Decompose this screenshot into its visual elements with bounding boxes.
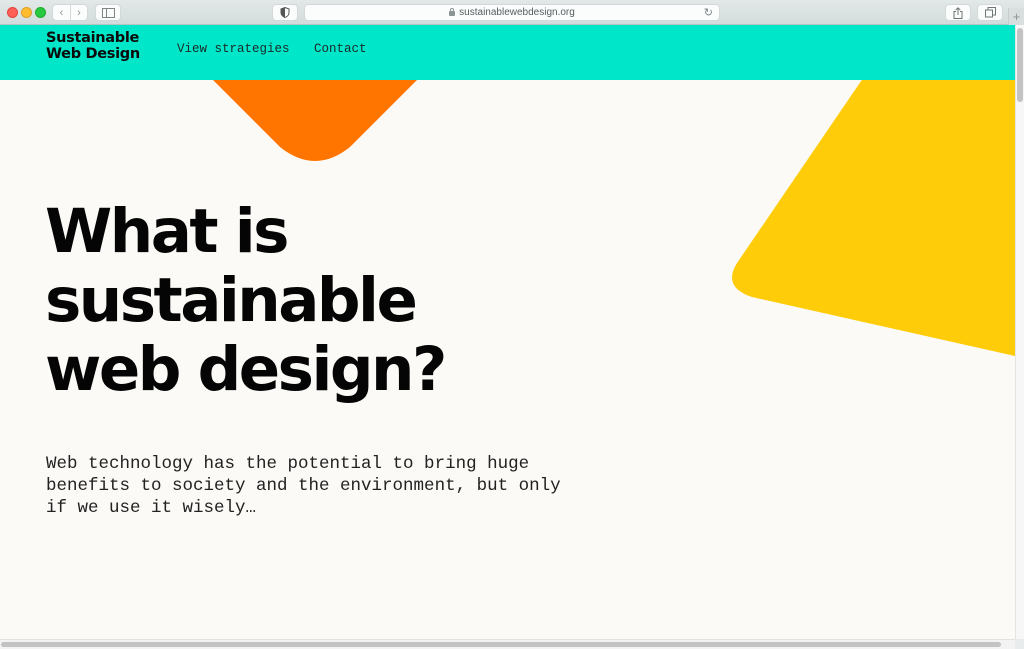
- hero-title-line-2: sustainable: [45, 265, 418, 336]
- share-button[interactable]: [945, 4, 971, 21]
- vertical-scrollbar[interactable]: [1015, 25, 1024, 639]
- window-minimize-button[interactable]: [21, 7, 32, 18]
- lock-icon: [449, 8, 456, 16]
- window-close-button[interactable]: [7, 7, 18, 18]
- sidebar-toggle-button[interactable]: [95, 4, 121, 21]
- plus-icon: +: [1012, 9, 1021, 24]
- window-maximize-button[interactable]: [35, 7, 46, 18]
- chevron-left-icon: ‹: [59, 6, 64, 19]
- hero-title: What is sustainable web design?: [45, 196, 447, 405]
- nav-view-strategies[interactable]: View strategies: [177, 42, 290, 56]
- horizontal-scrollbar-thumb[interactable]: [1, 642, 1001, 647]
- forward-button[interactable]: ›: [70, 4, 88, 21]
- back-button[interactable]: ‹: [52, 4, 70, 21]
- logo-line-1: Sustainable: [46, 30, 140, 46]
- new-tab-button[interactable]: +: [1008, 8, 1024, 25]
- history-nav: ‹ ›: [52, 4, 88, 21]
- horizontal-scrollbar[interactable]: [0, 639, 1015, 649]
- share-icon: [953, 6, 963, 19]
- browser-toolbar: ‹ › sustainablewebdesign.org ↻ +: [0, 0, 1024, 25]
- tab-overview-button[interactable]: [977, 4, 1003, 21]
- url-text: sustainablewebdesign.org: [459, 7, 575, 18]
- hero-title-line-1: What is: [45, 196, 289, 267]
- hero-lead-paragraph: Web technology has the potential to brin…: [46, 454, 561, 518]
- site-header: Sustainable Web Design View strategies C…: [0, 25, 1015, 80]
- privacy-report-button[interactable]: [272, 4, 298, 21]
- hero-title-line-3: web design?: [45, 334, 447, 405]
- site-logo[interactable]: Sustainable Web Design: [46, 30, 140, 62]
- page-viewport: Sustainable Web Design View strategies C…: [0, 25, 1015, 639]
- sidebar-icon: [101, 7, 115, 18]
- nav-contact[interactable]: Contact: [314, 42, 367, 56]
- vertical-scrollbar-thumb[interactable]: [1017, 28, 1023, 102]
- chevron-right-icon: ›: [77, 6, 81, 19]
- logo-line-2: Web Design: [46, 46, 140, 62]
- address-bar[interactable]: sustainablewebdesign.org ↻: [304, 4, 720, 21]
- tabs-icon: [984, 7, 996, 18]
- shield-icon: [280, 7, 290, 18]
- reload-icon[interactable]: ↻: [704, 6, 713, 19]
